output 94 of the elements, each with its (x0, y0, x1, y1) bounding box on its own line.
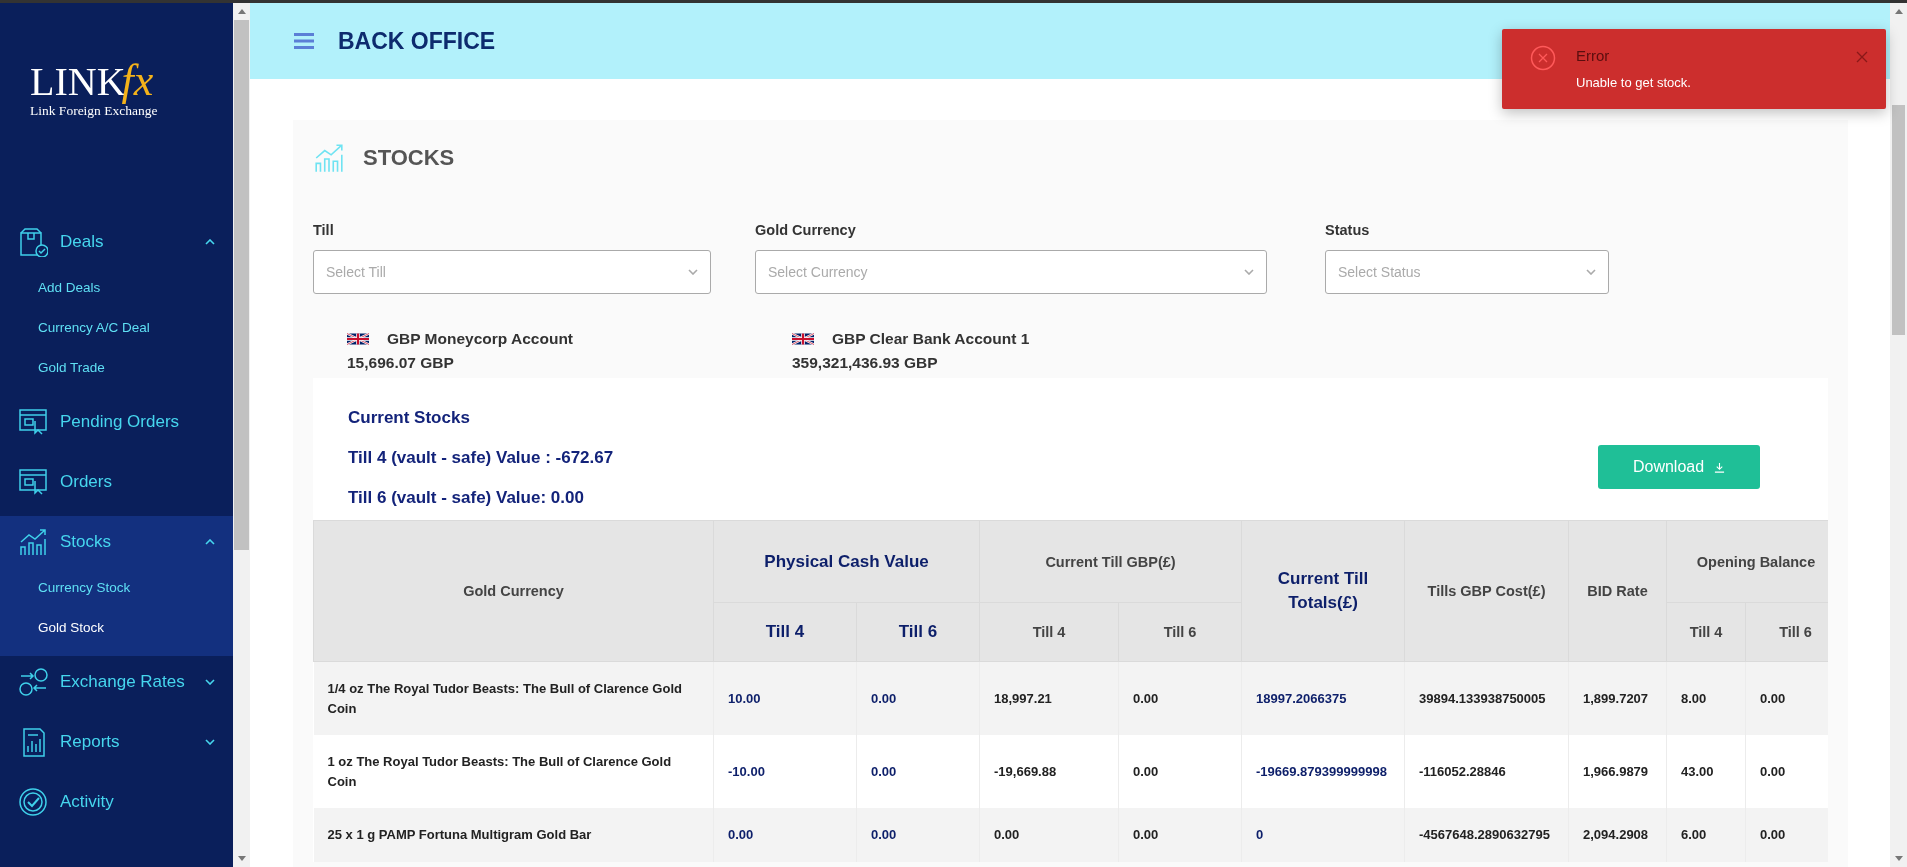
sidebar-item[interactable]: Pending Orders (0, 396, 233, 448)
field-label: Gold Currency (755, 222, 857, 238)
scrollbar[interactable] (1890, 3, 1907, 867)
page-header-title: BACK OFFICE (338, 27, 496, 55)
column-group-header: Opening Balance (1666, 520, 1828, 603)
scroll-up-arrow-icon[interactable] (237, 9, 246, 14)
account-balance: 15,696.07 GBP (347, 354, 455, 372)
table-cell: 0.00 (1745, 808, 1828, 862)
column-header: Tills GBP Cost(£) (1404, 520, 1569, 662)
table-cell: 1,899.7207 (1568, 661, 1667, 735)
table-cell: -4567648.2890632795 (1404, 808, 1569, 862)
table-cell: 43.00 (1666, 735, 1746, 808)
scroll-down-arrow-icon[interactable] (1894, 856, 1903, 861)
column-header: Till 6 (1745, 602, 1828, 662)
notification-title: Error (1576, 47, 1611, 64)
sidebar-item[interactable]: Exchange Rates (0, 656, 233, 708)
table-cell: 10.00 (713, 661, 857, 735)
sidebar-item[interactable]: Activity (0, 776, 233, 828)
scroll-thumb[interactable] (234, 20, 249, 550)
column-header: Till 6 (856, 602, 980, 662)
table-cell: -10.00 (713, 735, 857, 808)
logo-tagline: Link Foreign Exchange (30, 103, 158, 118)
chevron-icon (688, 269, 698, 275)
account-name: GBP Clear Bank Account 1 (832, 330, 1030, 348)
sidebar-item[interactable]: Stocks (0, 516, 233, 568)
column-group-header: Physical Cash Value (713, 520, 980, 603)
currency-exchange-icon (18, 667, 48, 697)
table-cell: 0 (1241, 808, 1405, 862)
flag-icon (347, 333, 369, 345)
account-balance: 359,321,436.93 GBP (792, 354, 939, 372)
field-label: Status (1325, 222, 1371, 238)
scroll-thumb[interactable] (1892, 105, 1905, 335)
download-icon (1714, 461, 1726, 473)
table-cell: 0.00 (856, 735, 980, 808)
table-cell: -19,669.88 (979, 735, 1119, 808)
table-cell: 0.00 (1118, 808, 1242, 862)
scrollbar[interactable] (233, 3, 250, 867)
table-cell: -116052.28846 (1404, 735, 1569, 808)
table-cell: 1,966.9879 (1568, 735, 1667, 808)
sidebar-subitem[interactable]: Gold Stock (0, 608, 233, 648)
table-cell: 6.00 (1666, 808, 1746, 862)
sidebar-subitem[interactable]: Gold Trade (0, 348, 233, 388)
column-header: BID Rate (1568, 520, 1667, 662)
column-header: Gold Currency (313, 520, 714, 662)
chevron-icon (1244, 269, 1254, 275)
till-value-text: Till 6 (vault - safe) Value: 0.00 (348, 488, 585, 508)
table-cell: 0.00 (713, 808, 857, 862)
table-cell: 8.00 (1666, 661, 1746, 735)
table-cell: 0.00 (1745, 661, 1828, 735)
scroll-up-arrow-icon[interactable] (1894, 9, 1903, 14)
notification-message: Unable to get stock. (1576, 75, 1692, 90)
flag-icon (792, 333, 814, 345)
sidebar-subitem[interactable]: Add Deals (0, 268, 233, 308)
column-header: Till 4 (979, 602, 1119, 662)
table-cell: 0.00 (856, 808, 980, 862)
table-cell: 1 oz The Royal Tudor Beasts: The Bull of Clarence Gold Coin (313, 735, 714, 808)
table-cell: 1/4 oz The Royal Tudor Beasts: The Bull of Clarence Gold Coin (313, 661, 714, 735)
bar-chart-icon (313, 142, 345, 174)
table-cell: 0.00 (856, 661, 980, 735)
package-icon (18, 227, 48, 257)
error-circle-icon (1530, 45, 1556, 71)
table-cell: 18,997.21 (979, 661, 1119, 735)
column-header: Current Till Totals(£) (1241, 520, 1405, 662)
account-name: GBP Moneycorp Account (387, 330, 574, 348)
page-title: STOCKS (363, 145, 455, 171)
table-cell: 0.00 (1118, 661, 1242, 735)
table-cell: 39894.133938750005 (1404, 661, 1569, 735)
sidebar-subitem[interactable]: Currency A/C Deal (0, 308, 233, 348)
table-cell: 0.00 (979, 808, 1119, 862)
column-header: Till 4 (713, 602, 857, 662)
bar-chart-icon (18, 527, 48, 557)
check-circle-icon (18, 787, 48, 817)
table-cell: 0.00 (1745, 735, 1828, 808)
close-icon[interactable] (1856, 51, 1868, 63)
clipboard-cursor-icon (18, 467, 48, 497)
chevron-icon (1586, 269, 1596, 275)
scroll-down-arrow-icon[interactable] (237, 856, 246, 861)
column-header: Till 6 (1118, 602, 1242, 662)
table-cell: 25 x 1 g PAMP Fortuna Multigram Gold Bar (313, 808, 714, 862)
sidebar-item[interactable]: Reports (0, 716, 233, 768)
table-cell: 2,094.2908 (1568, 808, 1667, 862)
clipboard-cursor-icon (18, 407, 48, 437)
menu-icon[interactable] (294, 33, 314, 49)
sidebar-item[interactable]: Orders (0, 456, 233, 508)
sidebar-item[interactable]: Deals (0, 216, 233, 268)
table-cell: -19669.879399999998 (1241, 735, 1405, 808)
table-cell: 18997.2066375 (1241, 661, 1405, 735)
column-group-header: Current Till GBP(£) (979, 520, 1242, 603)
sidebar-subitem[interactable]: Currency Stock (0, 568, 233, 608)
till-value-text: Till 4 (vault - safe) Value : -672.67 (348, 448, 615, 468)
table-cell: 0.00 (1118, 735, 1242, 808)
field-label: Till (313, 222, 335, 238)
column-header: Till 4 (1666, 602, 1746, 662)
section-title: Current Stocks (348, 408, 471, 428)
